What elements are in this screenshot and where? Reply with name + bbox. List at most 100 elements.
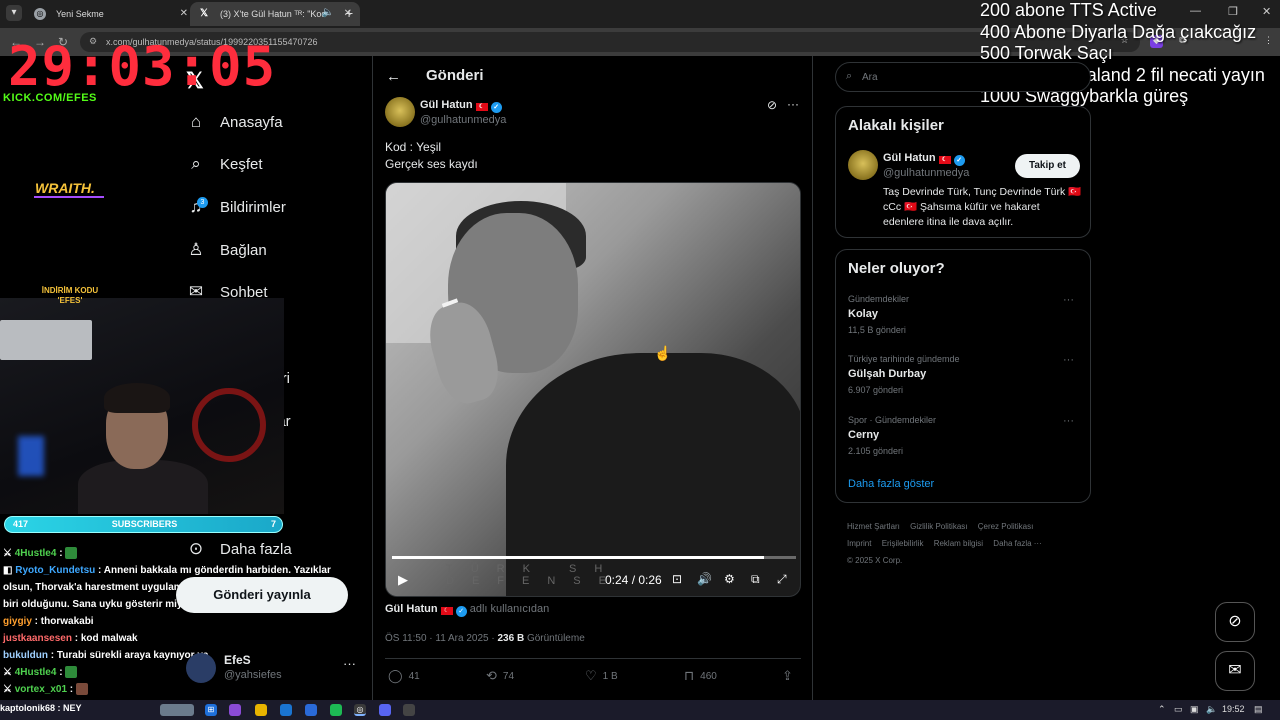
kick-url: KICK.COM/EFES [3,92,97,104]
more-icon[interactable]: ··· [1063,415,1074,427]
spotify-icon[interactable] [330,704,342,716]
fullscreen-icon[interactable]: ⤢ [777,572,787,587]
nav-connect[interactable]: ♙ Bağlan [186,236,266,264]
bell-icon: ♫ 3 [186,197,208,217]
footer-link[interactable]: Çerez Politikası [978,522,1034,531]
emote-icon [65,547,78,560]
speaker-icon[interactable]: 🔈 [322,7,334,18]
footer-link[interactable]: Reklam bilgisi [934,539,983,548]
card-title: Alakalı kişiler [848,117,944,134]
via-name: Gül Hatun [385,603,438,615]
grok-icon[interactable]: ⊘ [767,98,777,112]
network-icon[interactable]: ▣ [1190,704,1199,715]
video-player[interactable]: ☝ TÜRK SH DEFENSE ▶ 0:24 / 0:26 ⊡ 🔊 ⚙ ⧉ … [385,182,801,597]
volume-icon[interactable]: 🔊 [697,572,712,586]
nav-home[interactable]: ⌂ Anasayfa [186,108,283,136]
share-button[interactable]: ⇪ [782,668,799,684]
footer-link[interactable]: Hizmet Şartları [847,522,900,531]
bookmark-count: 460 [700,670,717,682]
bookmark-button[interactable]: ⊓ 460 [684,668,717,684]
new-tab-button[interactable]: + [345,5,353,21]
divider [385,658,801,659]
video-progress-fill [392,556,764,559]
windows-taskbar: kaptolonik68 : NEY ⊞ ◎ ⌃ ▭ ▣ 🔈 19:52 ▤ [0,700,1280,720]
chrome-icon[interactable]: ◎ [354,704,366,716]
clock[interactable]: 19:52 [1222,704,1245,714]
footer-link[interactable]: Imprint [847,539,871,548]
close-icon[interactable]: ✕ [180,8,188,19]
footer-link[interactable]: Daha fazla ··· [993,539,1041,548]
taskbar-thumbnail[interactable] [160,704,194,716]
wall-decoration [192,388,266,462]
trend-context: Spor · Gündemdekiler [848,415,937,425]
tray-chevron-icon[interactable]: ⌃ [1158,704,1166,715]
footer-link[interactable]: Gizlilik Politikası [910,522,967,531]
picture-in-picture-icon[interactable]: ⧉ [751,572,760,587]
trend-item[interactable]: Türkiye tarihinde gündemde Gülşah Durbay… [848,354,1080,395]
related-name[interactable]: Gül Hatun ☾ ✓ [883,152,965,166]
back-arrow-icon[interactable]: ← [386,68,401,85]
app-icon[interactable] [280,704,292,716]
column-divider [372,56,373,700]
like-button[interactable]: ♡ 1 B [585,668,618,684]
trends-card: Neler oluyor? Gündemdekiler Kolay 11,5 B… [835,249,1091,503]
person-add-icon: ♙ [188,240,204,259]
search-input[interactable]: ⌕ Ara [835,62,1091,92]
subs-goal: 7 [270,519,276,529]
windows-start-icon[interactable]: ⊞ [205,704,217,716]
captions-icon[interactable]: ⊡ [672,572,682,586]
post-timestamp[interactable]: ÖS 11:50 · 11 Ara 2025 · [385,633,495,644]
trend-name: Kolay [848,308,878,320]
more-icon[interactable]: ··· [1063,354,1074,366]
reply-button[interactable]: ◯ 41 [388,668,420,684]
author-name[interactable]: Gül Hatun ☾ ✓ [420,99,502,113]
video-progress-bar[interactable] [392,556,796,559]
repost-button[interactable]: ⟲ 74 [486,668,514,684]
tray-icon[interactable]: ▭ [1174,704,1183,715]
turkey-flag-icon: ☾ [440,607,453,615]
avatar[interactable] [848,150,878,180]
author-avatar[interactable] [385,97,415,127]
app-icon[interactable] [305,704,317,716]
video-figure-coat [506,353,800,596]
nav-explore[interactable]: ⌕ Keşfet [186,150,262,178]
footer-link[interactable]: Erişilebilirlik [882,539,924,548]
messages-fab-button[interactable]: ✉ [1215,651,1255,691]
chat-message: justkaansesen : kod malwak [3,633,138,644]
more-icon[interactable]: ··· [1063,294,1074,306]
nav-notifications[interactable]: ♫ 3 Bildirimler [186,193,286,221]
account-switcher[interactable]: EfeS @yahsiefes ··· [186,648,366,688]
chat-message: ⚔ 4Hustle4 : [3,545,333,562]
tab-x-post[interactable]: 𝕏 (3) X'te Gül Hatun ᵀᴿ: "Kod 🔈 ✕ [190,2,360,26]
more-icon[interactable]: ··· [787,97,799,111]
app-icon[interactable] [229,704,241,716]
trend-item[interactable]: Gündemdekiler Kolay 11,5 B gönderi ··· [848,294,1080,335]
via-attribution[interactable]: Gül Hatun ☾ ✓ adlı kullanıcıdan [385,603,549,617]
file-explorer-icon[interactable] [255,704,267,716]
tab-search-button[interactable]: ▾ [6,5,22,21]
trend-item[interactable]: Spor · Gündemdekiler Cerny 2.105 gönderi… [848,415,1080,456]
notification-badge: 3 [197,197,208,208]
goal-line: 400 Abone Diyarla Dağa çıakcağız [980,21,1257,42]
trend-count: 11,5 B gönderi [848,325,906,335]
avatar [186,653,216,683]
more-icon[interactable]: ··· [343,656,356,671]
volume-icon[interactable]: 🔈 [1206,704,1217,715]
share-icon: ⇪ [782,668,793,683]
play-icon[interactable]: ▶ [398,572,408,588]
post-meta: ÖS 11:50 · 11 Ara 2025 · 236 B Görüntüle… [385,633,585,644]
obs-icon[interactable] [403,704,415,716]
settings-icon[interactable]: ⚙ [724,572,735,586]
notification-center-icon[interactable]: ▤ [1254,704,1263,715]
related-people-card: Alakalı kişiler Gül Hatun ☾ ✓ @gulhatunm… [835,106,1091,238]
tab-new-tab[interactable]: ◎ Yeni Sekme ✕ [26,2,196,26]
post-button[interactable]: Gönderi yayınla [176,577,348,613]
related-handle[interactable]: @gulhatunmedya [883,167,969,179]
show-more-link[interactable]: Daha fazla göster [848,478,934,490]
discord-icon[interactable] [379,704,391,716]
grok-fab-button[interactable]: ⊘ [1215,602,1255,642]
follow-button[interactable]: Takip et [1015,154,1080,178]
stream-timer: 29:03:05 [8,35,277,98]
author-handle[interactable]: @gulhatunmedya [420,114,506,126]
chat-user: giygiy [3,616,32,627]
